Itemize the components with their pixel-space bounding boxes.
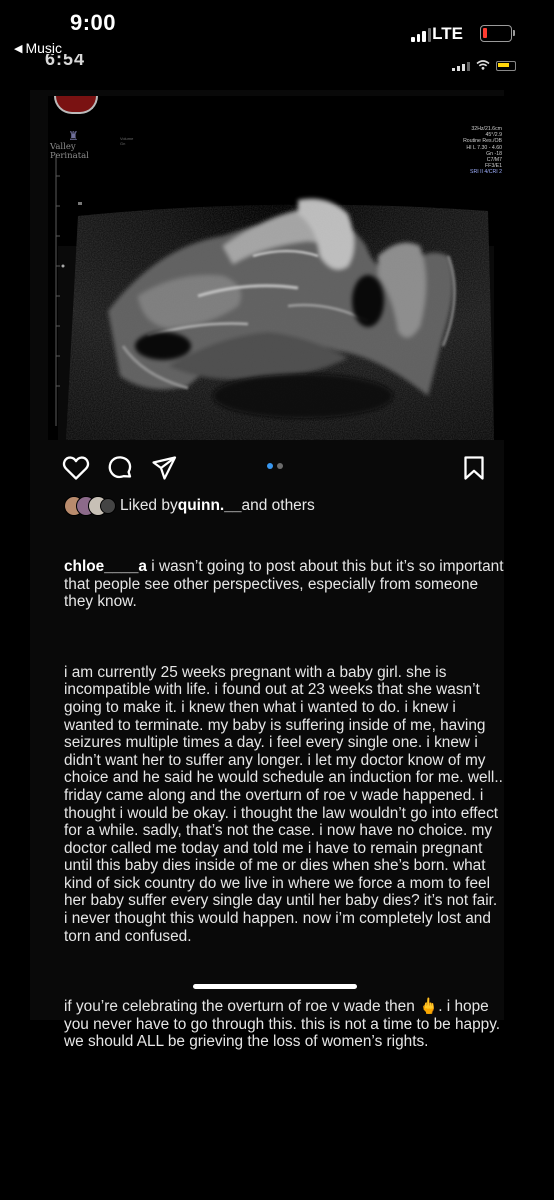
post-image-ultrasound[interactable]: ♜ Valley Perinatal Volume Gn 32Hz/21.6cm… xyxy=(48,96,504,440)
back-arrow-icon: ◀ xyxy=(14,42,23,55)
valley-perinatal-logo: ♜ Valley Perinatal xyxy=(50,130,102,161)
liked-by-user[interactable]: quinn.__ xyxy=(178,497,242,515)
carousel-indicator xyxy=(267,463,283,469)
caption-paragraph-2: if you’re celebrating the overturn of ro… xyxy=(64,998,504,1051)
status-time: 9:00 xyxy=(70,10,117,35)
underlying-status-icons xyxy=(452,60,516,71)
liker-avatars xyxy=(64,496,118,516)
carousel-dot xyxy=(277,463,283,469)
network-type: LTE xyxy=(432,24,463,43)
ultrasound-small-label: Volume Gn xyxy=(120,136,133,146)
caption-intro: chloe____a i wasn’t going to post about … xyxy=(64,558,504,611)
comment-icon[interactable] xyxy=(107,455,133,486)
likes-prefix: Liked by xyxy=(120,497,178,514)
carousel-dot-active xyxy=(267,463,273,469)
logo-line-2: Perinatal xyxy=(50,151,89,161)
post-action-bar xyxy=(62,455,492,483)
underlying-status-time: 6:54 xyxy=(45,54,86,68)
logo-figure-icon: ♜ xyxy=(68,129,79,143)
heart-icon[interactable] xyxy=(62,455,90,486)
status-bar: 9:00 ◀ Music LTE xyxy=(0,0,554,60)
home-indicator[interactable] xyxy=(193,984,357,989)
caption-username[interactable]: chloe____a xyxy=(64,558,147,575)
underlying-battery-icon xyxy=(496,61,516,71)
ultrasound-parameters: 32Hz/21.6cm 45°/2.9 Routine Res./OB HI L… xyxy=(412,126,502,176)
small-label-2: Gn xyxy=(120,141,126,146)
likes-suffix: and others xyxy=(241,497,315,514)
underlying-signal-icon xyxy=(452,62,470,71)
param-line: SRI II 4/CRI 2 xyxy=(470,169,502,176)
bookmark-icon[interactable] xyxy=(462,455,486,486)
likes-row[interactable]: Liked by quinn.__ and others xyxy=(64,495,315,517)
caption-paragraph-2-start: if you’re celebrating the overturn of ro… xyxy=(64,998,420,1016)
caption-paragraph-1: i am currently 25 weeks pregnant with a … xyxy=(64,663,508,945)
cellular-signal-icon xyxy=(411,28,431,42)
middle-finger-emoji: 🖕 xyxy=(419,998,439,1016)
battery-icon xyxy=(480,25,515,42)
avatar xyxy=(100,498,116,514)
share-icon[interactable] xyxy=(151,455,177,486)
underlying-wifi-icon xyxy=(476,60,490,71)
